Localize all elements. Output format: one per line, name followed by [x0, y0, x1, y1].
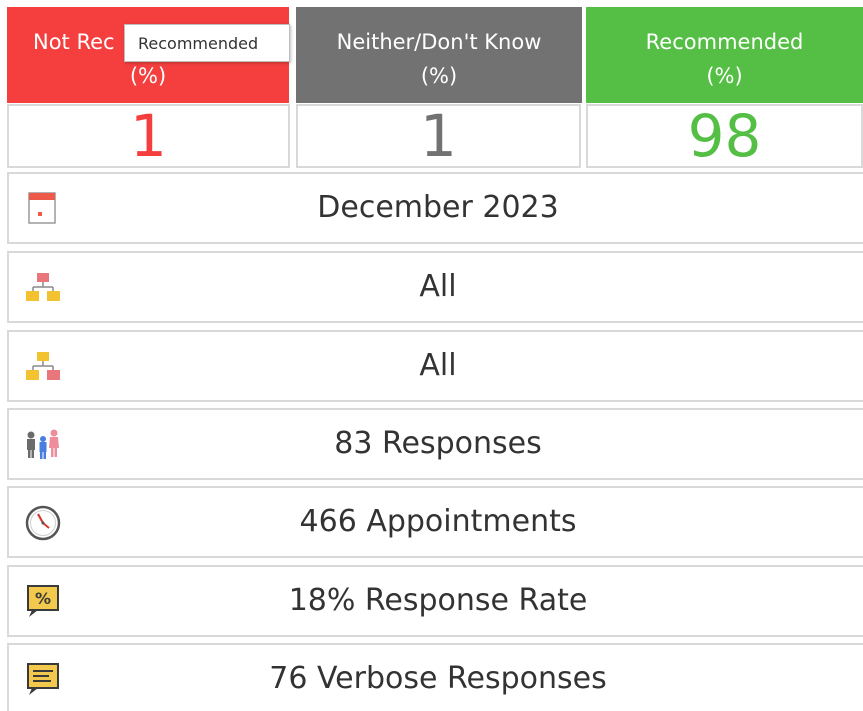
- tooltip: Recommended: [124, 24, 290, 62]
- responses-row[interactable]: 83 Responses: [7, 408, 863, 480]
- neither-header[interactable]: Neither/Don't Know (%): [296, 7, 582, 103]
- period-row[interactable]: December 2023: [7, 172, 863, 244]
- survey-summary-panel: Not Rec (%) Neither/Don't Know (%) Recom…: [0, 0, 863, 711]
- recommended-unit: (%): [706, 64, 743, 88]
- recommended-label: Recommended: [645, 30, 804, 54]
- appointments-row[interactable]: 466 Appointments: [7, 486, 863, 558]
- verbose-responses-text: 76 Verbose Responses: [269, 661, 607, 696]
- not-recommended-value: 1: [7, 104, 290, 168]
- response-rate-row[interactable]: % 18% Response Rate: [7, 565, 863, 637]
- period-text: December 2023: [317, 190, 559, 225]
- appointments-text: 466 Appointments: [299, 504, 577, 539]
- hierarchy-text-2: All: [419, 348, 457, 383]
- hierarchy-row-1[interactable]: All: [7, 251, 863, 323]
- hierarchy-row-2[interactable]: All: [7, 330, 863, 402]
- neither-value: 1: [296, 104, 581, 168]
- not-recommended-unit: (%): [129, 64, 167, 88]
- neither-label: Neither/Don't Know: [336, 30, 542, 54]
- responses-text: 83 Responses: [334, 426, 542, 461]
- neither-unit: (%): [420, 64, 458, 88]
- recommended-header[interactable]: Recommended (%): [586, 7, 863, 103]
- verbose-responses-row[interactable]: 76 Verbose Responses: [7, 643, 863, 711]
- response-rate-text: 18% Response Rate: [288, 583, 588, 618]
- recommended-value: 98: [586, 104, 863, 168]
- hierarchy-text-1: All: [419, 269, 457, 304]
